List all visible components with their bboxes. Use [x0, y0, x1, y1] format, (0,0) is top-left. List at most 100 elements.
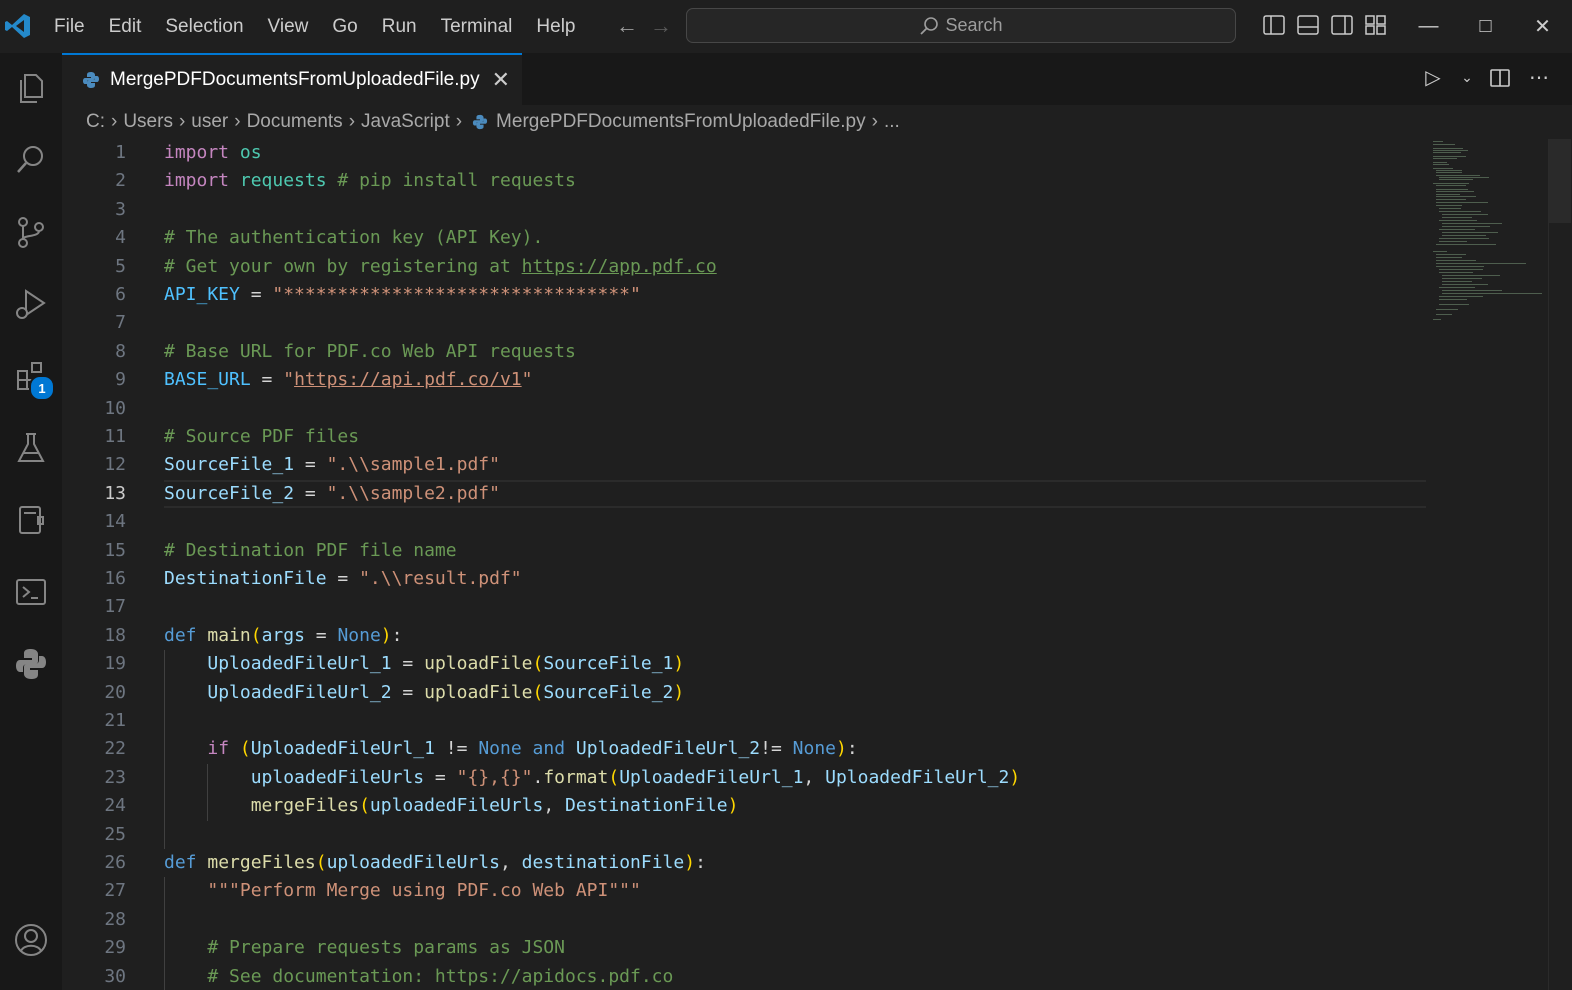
code-line[interactable]: 16 DestinationFile = ".\\result.pdf"	[62, 565, 1428, 593]
code-line[interactable]: 13 SourceFile_2 = ".\\sample2.pdf"	[62, 479, 1428, 509]
code-line[interactable]: 7	[62, 309, 1428, 337]
line-number: 29	[104, 937, 126, 959]
code-line[interactable]: 24 mergeFiles(uploadedFileUrls, Destinat…	[62, 792, 1428, 820]
run-dropdown-chevron-icon[interactable]: ⌄	[1460, 69, 1474, 86]
code-line[interactable]: 20 UploadedFileUrl_2 = uploadFile(Source…	[62, 679, 1428, 707]
code-text: # Destination PDF file name	[164, 537, 457, 565]
line-number: 10	[104, 397, 126, 419]
breadcrumb-item[interactable]: MergePDFDocumentsFromUploadedFile.py	[496, 111, 866, 133]
code-line[interactable]: 30 # See documentation: https://apidocs.…	[62, 963, 1428, 990]
code-line[interactable]: 1 import os	[62, 139, 1428, 167]
code-token: UploadedFileUrl_1	[207, 653, 392, 675]
menu-file[interactable]: File	[42, 0, 97, 53]
line-number: 6	[115, 284, 126, 305]
split-editor-icon[interactable]	[1488, 66, 1512, 90]
code-line[interactable]: 9 BASE_URL = "https://api.pdf.co/v1"	[62, 366, 1428, 394]
code-line[interactable]: 4 # The authentication key (API Key).	[62, 224, 1428, 252]
editor-tab-active[interactable]: MergePDFDocumentsFromUploadedFile.py ✕	[62, 53, 522, 105]
search-view-icon[interactable]	[4, 133, 58, 187]
code-line[interactable]: 11 # Source PDF files	[62, 423, 1428, 451]
code-token: mergeFiles	[250, 795, 360, 817]
accounts-icon[interactable]	[4, 913, 58, 967]
vertical-scrollbar[interactable]	[1548, 139, 1572, 990]
code-token: "{},{}"	[456, 766, 533, 788]
extensions-icon[interactable]: 1	[4, 349, 58, 403]
code-line[interactable]: 19 UploadedFileUrl_1 = uploadFile(Source…	[62, 650, 1428, 678]
line-number: 5	[115, 255, 126, 277]
code-line[interactable]: 21	[62, 707, 1428, 735]
code-token: UploadedFileUrl_1	[619, 766, 804, 788]
code-token: def	[164, 624, 197, 646]
code-line[interactable]: 29 # Prepare requests params as JSON	[62, 934, 1428, 962]
testing-icon[interactable]	[4, 421, 58, 475]
code-token: =	[250, 369, 284, 391]
minimize-icon[interactable]: —	[1400, 0, 1457, 53]
run-and-debug-icon[interactable]	[4, 277, 58, 331]
terminal-view-icon[interactable]	[4, 565, 58, 619]
code-token: UploadedFileUrl_2	[575, 738, 761, 760]
toggle-primary-sidebar-icon[interactable]	[1262, 13, 1286, 37]
maximize-icon[interactable]: □	[1457, 0, 1514, 53]
code-token: )	[684, 852, 696, 873]
line-number: 28	[104, 908, 126, 930]
code-line[interactable]: 12 SourceFile_1 = ".\\sample1.pdf"	[62, 451, 1428, 479]
menu-go[interactable]: Go	[320, 0, 369, 53]
code-token: =	[239, 284, 273, 305]
line-number: 12	[104, 454, 126, 476]
code-line[interactable]: 5 # Get your own by registering at https:…	[62, 253, 1428, 281]
close-window-icon[interactable]: ✕	[1514, 0, 1571, 53]
menu-selection[interactable]: Selection	[153, 0, 255, 53]
explorer-icon[interactable]	[4, 61, 58, 115]
code-line[interactable]: 15 # Destination PDF file name	[62, 537, 1428, 565]
scrollbar-thumb[interactable]	[1549, 139, 1571, 223]
menu-run[interactable]: Run	[370, 0, 429, 53]
code-line[interactable]: 2 import requests # pip install requests	[62, 167, 1428, 195]
code-line[interactable]: 18 def main(args = None):	[62, 622, 1428, 650]
code-line[interactable]: 26 def mergeFiles(uploadedFileUrls, desti…	[62, 849, 1428, 877]
code-line[interactable]: 6 API_KEY = "****************************…	[62, 281, 1428, 309]
back-arrow-icon[interactable]: ←	[614, 12, 640, 40]
breadcrumb-item[interactable]: JavaScript	[361, 111, 450, 133]
code-line[interactable]: 14	[62, 508, 1428, 536]
line-number: 18	[104, 624, 126, 646]
code-line[interactable]: 28	[62, 906, 1428, 934]
forward-arrow-icon[interactable]: →	[648, 12, 674, 40]
breadcrumb-item[interactable]: C:	[86, 111, 105, 133]
code-editor[interactable]: 1 import os 2 import requests # pip install…	[62, 139, 1428, 990]
breadcrumb-item[interactable]: user	[191, 111, 228, 133]
python-icon[interactable]	[4, 637, 58, 691]
breadcrumb-item[interactable]: Documents	[247, 111, 343, 133]
remote-explorer-icon[interactable]	[4, 493, 58, 547]
code-line[interactable]: 22 if (UploadedFileUrl_1 != None and Upl…	[62, 735, 1428, 763]
menu-view[interactable]: View	[256, 0, 321, 53]
menu-help[interactable]: Help	[524, 0, 587, 53]
minimap[interactable]	[1428, 139, 1548, 339]
breadcrumb-item[interactable]: ...	[884, 111, 900, 133]
more-actions-icon[interactable]: ⋯	[1526, 65, 1552, 90]
source-control-icon[interactable]	[4, 205, 58, 259]
command-center-search[interactable]: Search	[686, 8, 1236, 43]
customize-layout-icon[interactable]	[1364, 13, 1388, 37]
code-token: API_KEY	[164, 284, 240, 305]
breadcrumb: C: › Users › user › Documents › JavaScript › …	[62, 105, 1442, 139]
editor-tab-bar: MergePDFDocumentsFromUploadedFile.py ✕ ▷…	[62, 53, 1572, 105]
toggle-panel-icon[interactable]	[1296, 13, 1320, 37]
close-tab-icon[interactable]: ✕	[492, 67, 510, 93]
code-token: (	[359, 795, 370, 817]
run-file-icon[interactable]: ▷	[1420, 65, 1446, 90]
breadcrumb-item[interactable]: Users	[123, 111, 173, 133]
code-line[interactable]: 10	[62, 395, 1428, 423]
code-line[interactable]: 3	[62, 196, 1428, 224]
menu-edit[interactable]: Edit	[97, 0, 154, 53]
code-line[interactable]: 23 uploadedFileUrls = "{},{}".format(Upl…	[62, 764, 1428, 792]
code-line[interactable]: 17	[62, 593, 1428, 621]
python-file-icon	[83, 72, 99, 88]
code-line[interactable]: 27 """Perform Merge using PDF.co Web API…	[62, 877, 1428, 905]
toggle-secondary-sidebar-icon[interactable]	[1330, 13, 1354, 37]
code-line[interactable]: 25	[62, 821, 1428, 849]
code-line[interactable]: 8 # Base URL for PDF.co Web API requests	[62, 338, 1428, 366]
menu-terminal[interactable]: Terminal	[429, 0, 525, 53]
code-text: import requests # pip install requests	[164, 167, 576, 195]
